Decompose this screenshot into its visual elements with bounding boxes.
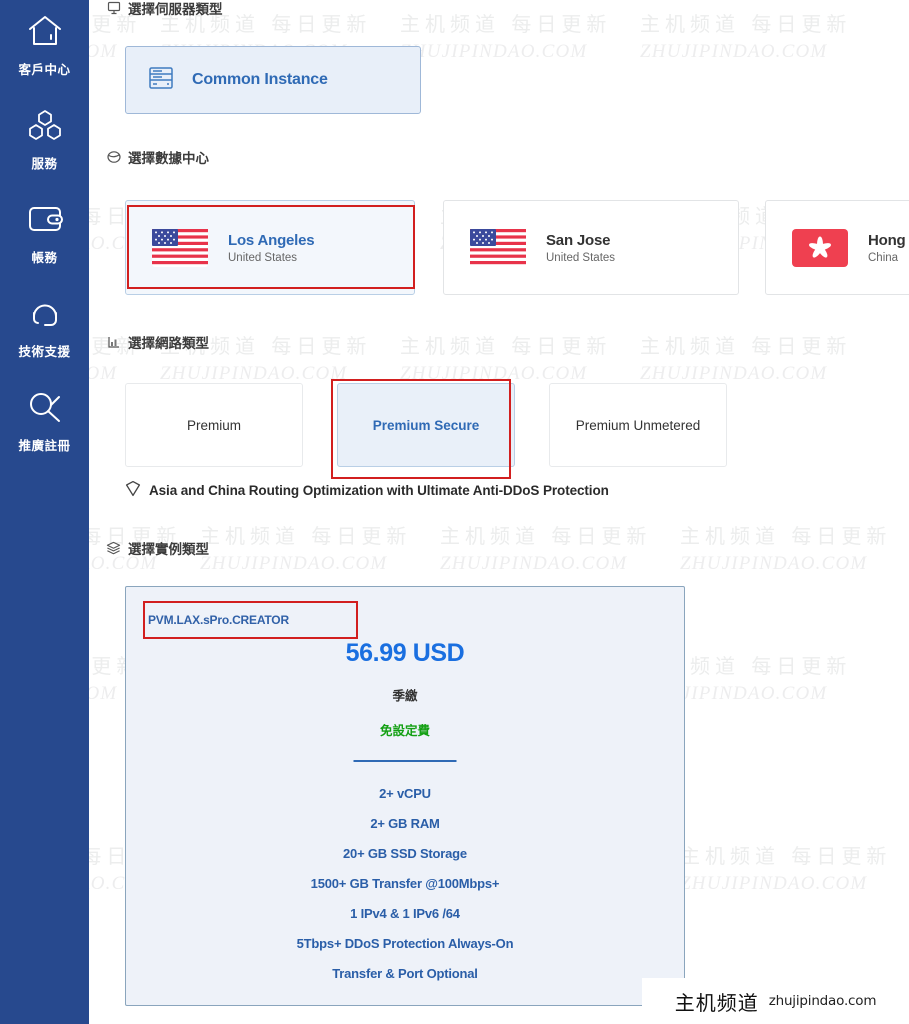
instance-billing-cycle: 季繳: [392, 688, 418, 703]
datacenter-option-text: Hong Kong China: [868, 232, 909, 264]
network-type-option-label: Premium: [186, 417, 241, 433]
datacenter-option-text: San Jose United States: [546, 232, 615, 264]
us-flag-icon: [470, 228, 526, 267]
instance-spec-item: 5Tbps+ DDoS Protection Always-On: [296, 936, 514, 951]
datacenter-heading: 選擇數據中心: [106, 147, 209, 167]
datacenter-option-san-jose[interactable]: San Jose United States: [443, 200, 739, 295]
instance-type-heading: 選擇實例類型: [106, 538, 209, 558]
affiliate-icon: [24, 386, 66, 428]
instance-spec-item: Transfer & Port Optional: [332, 966, 478, 981]
instance-setup-fee: 免設定費: [379, 723, 430, 738]
headset-icon: [24, 292, 66, 334]
server-rack-icon: [148, 65, 174, 96]
instance-name: PVM.LAX.sPro.CREATOR: [148, 613, 289, 627]
divider: [353, 760, 457, 762]
server-monitor-icon: [106, 1, 121, 16]
home-icon: [24, 10, 66, 52]
network-type-heading: 選擇網路類型: [106, 332, 209, 352]
sidebar-item-label: 推廣註冊: [18, 438, 71, 453]
instance-price: 56.99 USD: [345, 639, 465, 667]
main-content: 選擇伺服器類型 Common Instance 選擇數據中心 Los Angel…: [89, 0, 909, 1024]
network-type-option-premium-secure[interactable]: Premium Secure: [337, 383, 515, 467]
sidebar-item-billing[interactable]: 帳務: [0, 198, 89, 266]
heading-label: 選擇實例類型: [128, 542, 209, 558]
us-flag-icon: [152, 228, 208, 267]
instance-spec-item: 1500+ GB Transfer @100Mbps+: [310, 876, 500, 891]
datacenter-name: Hong Kong: [868, 231, 909, 249]
globe-icon: [106, 150, 121, 165]
datacenter-name: San Jose: [546, 231, 611, 249]
instance-spec-item: 2+ GB RAM: [370, 816, 440, 831]
network-type-note-label: Asia and China Routing Optimization with…: [149, 482, 609, 498]
site-badge: 主机频道 zhujipindao.com: [642, 978, 909, 1024]
instance-spec-item: 1 IPv4 & 1 IPv6 /64: [350, 906, 460, 921]
network-chart-icon: [106, 335, 121, 350]
network-type-option-premium[interactable]: Premium: [125, 383, 303, 467]
heading-label: 選擇網路類型: [128, 336, 209, 352]
sidebar: 客戶中心 服務 帳務 技術支援 推廣註冊: [0, 0, 89, 1024]
network-type-note: Asia and China Routing Optimization with…: [125, 480, 609, 500]
sidebar-item-client-center[interactable]: 客戶中心: [0, 10, 89, 78]
sidebar-item-label: 服務: [31, 156, 58, 171]
sidebar-item-services[interactable]: 服務: [0, 104, 89, 172]
badge-url-label: zhujipindao.com: [768, 993, 877, 1009]
layers-icon: [106, 541, 121, 556]
sidebar-item-label: 客戶中心: [18, 62, 71, 77]
datacenter-name: Los Angeles: [228, 231, 315, 249]
shield-icon: [125, 480, 141, 500]
datacenter-option-los-angeles[interactable]: Los Angeles United States: [125, 200, 415, 295]
server-type-heading: 選擇伺服器類型: [106, 0, 223, 18]
network-type-option-premium-unmetered[interactable]: Premium Unmetered: [549, 383, 727, 467]
sidebar-item-label: 帳務: [31, 250, 58, 265]
server-type-option-label: Common Instance: [192, 71, 328, 88]
server-type-option-common-instance[interactable]: Common Instance: [125, 46, 421, 114]
instance-spec-list: 2+ vCPU 2+ GB RAM 20+ GB SSD Storage 150…: [126, 779, 684, 989]
instance-type-card[interactable]: PVM.LAX.sPro.CREATOR 56.99 USD 季繳 免設定費 2…: [125, 586, 685, 1006]
datacenter-country: United States: [228, 251, 298, 264]
instance-spec-item: 20+ GB SSD Storage: [343, 846, 467, 861]
sidebar-item-support[interactable]: 技術支援: [0, 292, 89, 360]
datacenter-option-text: Los Angeles United States: [228, 231, 315, 264]
sidebar-item-label: 技術支援: [18, 344, 71, 359]
network-type-option-label: Premium Secure: [372, 417, 480, 433]
heading-label: 選擇伺服器類型: [128, 2, 223, 18]
datacenter-option-hong-kong[interactable]: Hong Kong China: [765, 200, 909, 295]
datacenter-country: China: [868, 251, 899, 264]
sidebar-item-affiliate[interactable]: 推廣註冊: [0, 386, 89, 454]
heading-label: 選擇數據中心: [128, 151, 209, 167]
network-type-option-label: Premium Unmetered: [575, 417, 701, 433]
services-icon: [24, 104, 66, 146]
datacenter-country: United States: [546, 251, 616, 264]
hk-flag-icon: [792, 228, 848, 267]
instance-spec-item: 2+ vCPU: [379, 786, 431, 801]
badge-cn-label: 主机频道: [674, 990, 759, 1015]
wallet-icon: [24, 198, 66, 240]
